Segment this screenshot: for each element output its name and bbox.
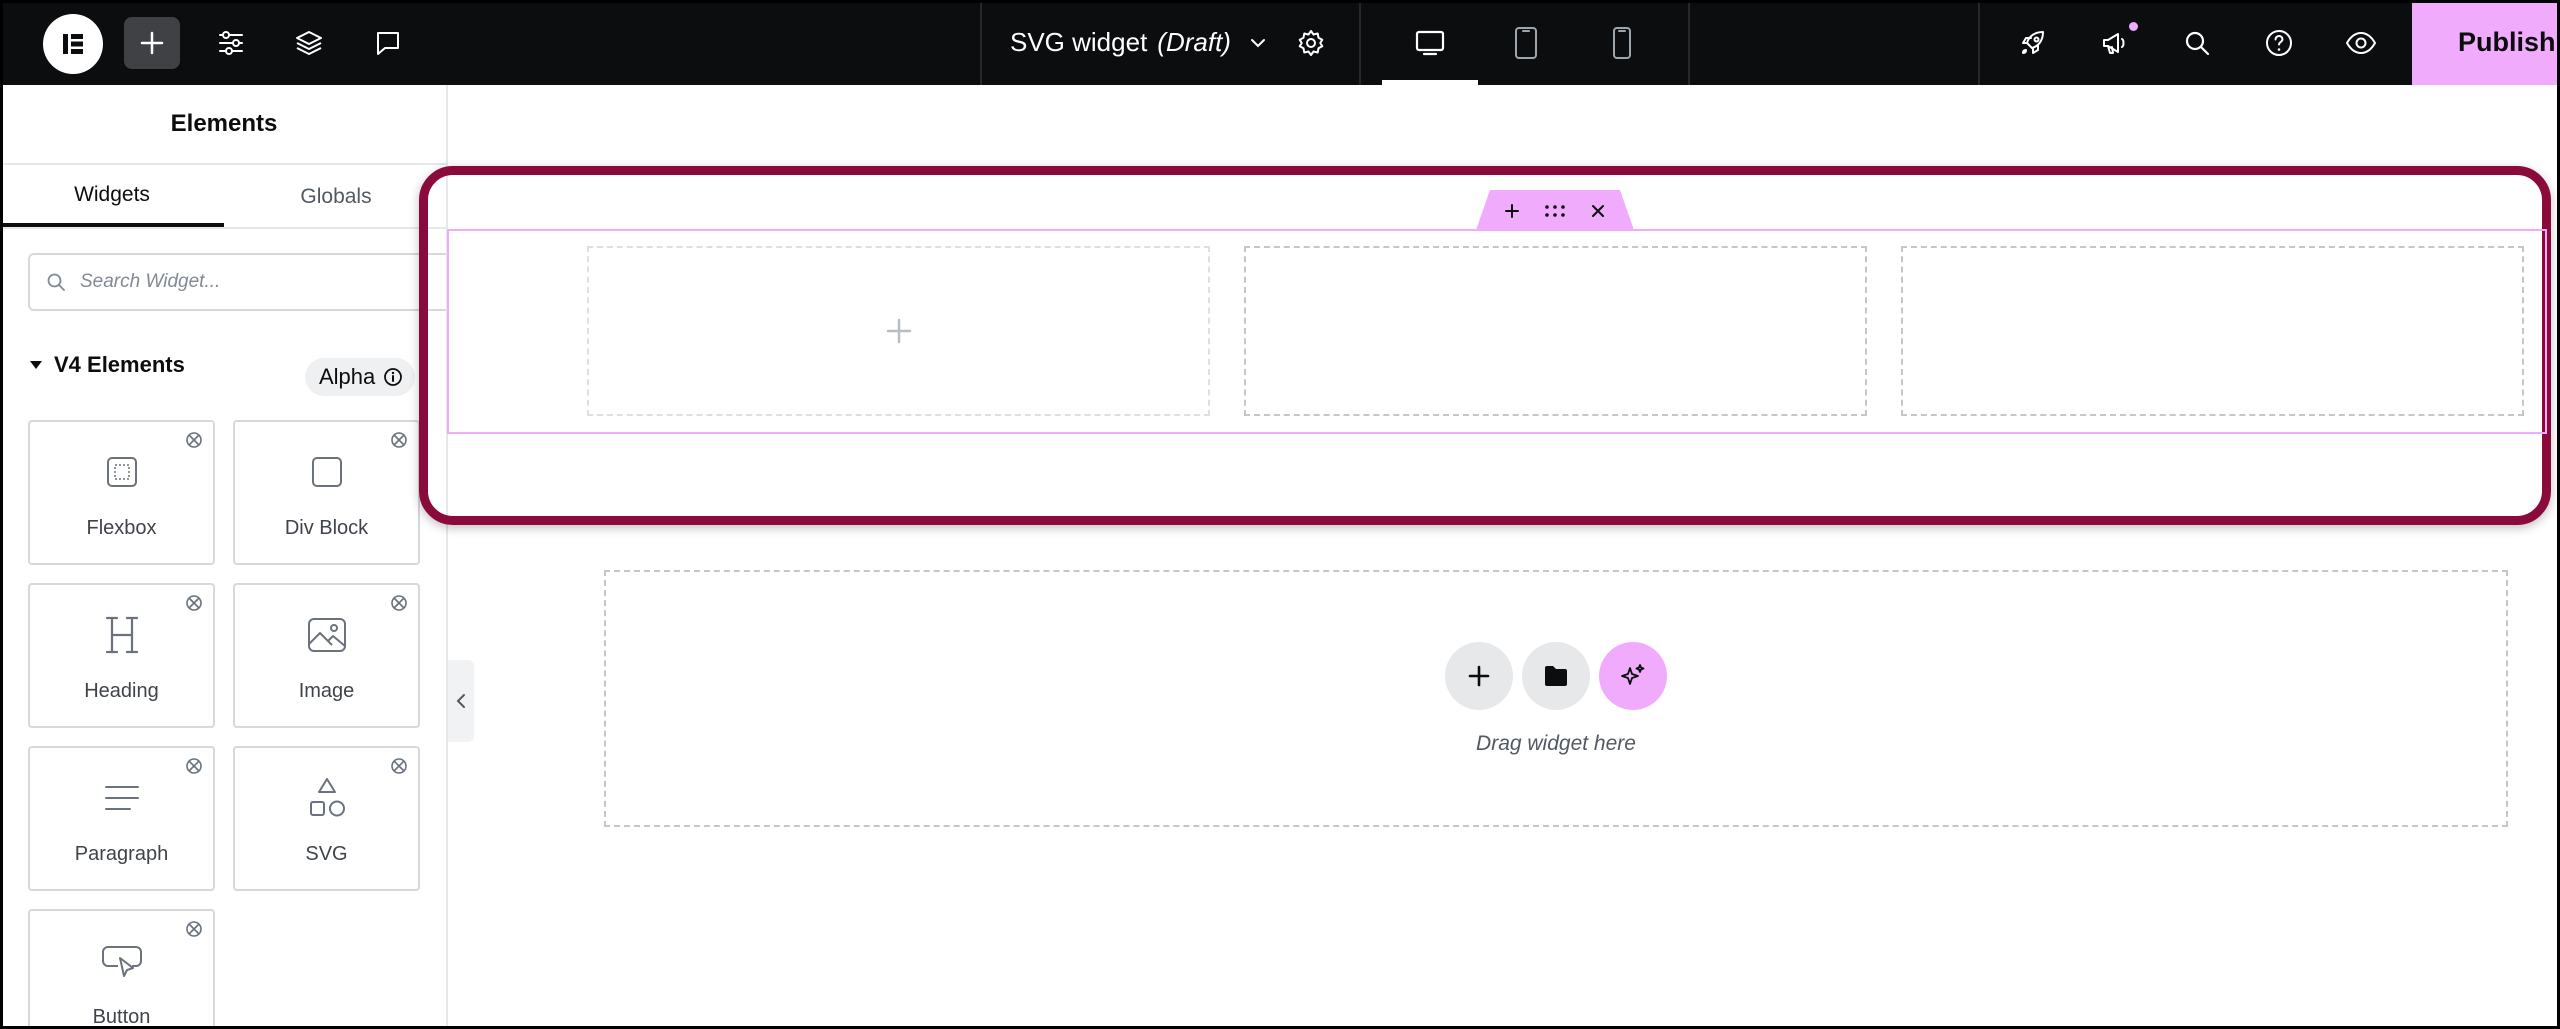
widget-heading[interactable]: Heading xyxy=(28,583,215,728)
empty-column[interactable] xyxy=(1901,246,2524,416)
widget-search[interactable] xyxy=(28,253,446,311)
widget-label: Flexbox xyxy=(86,517,157,539)
search-icon xyxy=(47,273,65,291)
widget-label: Div Block xyxy=(284,517,369,539)
alpha-badge[interactable]: Alpha xyxy=(305,358,415,396)
page-settings-button[interactable] xyxy=(1289,21,1333,65)
eye-icon xyxy=(2345,31,2377,55)
add-widget-button[interactable] xyxy=(589,248,1208,414)
document-title: SVG widget xyxy=(1010,27,1148,57)
preview-button[interactable] xyxy=(2339,21,2383,65)
pro-badge-icon xyxy=(183,429,205,451)
widget-svg[interactable]: SVG xyxy=(233,746,420,891)
heading-icon xyxy=(30,613,213,657)
elementor-logo-icon xyxy=(63,34,83,54)
chevron-down-icon xyxy=(1250,38,1265,47)
widget-label: SVG xyxy=(305,843,348,865)
add-element-button[interactable] xyxy=(124,17,180,69)
caret-down-icon xyxy=(30,361,42,369)
desktop-icon xyxy=(1415,30,1445,55)
help-icon xyxy=(2266,30,2292,56)
device-desktop-tab[interactable] xyxy=(1382,0,1478,85)
layers-icon xyxy=(296,31,322,55)
svg-shapes-icon xyxy=(235,776,418,820)
alpha-badge-label: Alpha xyxy=(319,364,376,389)
button-icon xyxy=(30,939,213,983)
notes-button[interactable] xyxy=(366,21,410,65)
widget-label: Heading xyxy=(84,680,159,702)
adjustments-icon xyxy=(219,31,243,55)
document-title-dropdown[interactable]: SVG widget (Draft) xyxy=(1010,0,1269,85)
panel-title: Elements xyxy=(0,85,446,165)
top-bar: SVG widget (Draft) Publish xyxy=(0,0,2560,85)
document-status: (Draft) xyxy=(1157,27,1231,57)
plus-icon[interactable] xyxy=(1504,203,1520,219)
pro-badge-icon xyxy=(388,755,410,777)
launchpad-button[interactable] xyxy=(2011,21,2055,65)
widget-label: Paragraph xyxy=(74,843,169,865)
help-button[interactable] xyxy=(2257,21,2301,65)
toolbar-divider xyxy=(1978,0,1980,85)
rocket-icon xyxy=(2022,31,2044,54)
collapse-panel-button[interactable] xyxy=(448,660,474,742)
plus-icon xyxy=(1468,665,1490,687)
widget-flexbox[interactable]: Flexbox xyxy=(28,420,215,565)
dropzone-hint: Drag widget here xyxy=(1476,732,1636,755)
search-icon xyxy=(2185,31,2210,56)
drag-handle-icon[interactable] xyxy=(1544,203,1566,219)
toolbar-divider xyxy=(1359,0,1361,85)
plus-icon xyxy=(140,31,164,55)
chevron-left-icon xyxy=(456,694,465,708)
empty-column[interactable] xyxy=(1244,246,1867,416)
info-icon xyxy=(384,368,403,386)
plus-icon xyxy=(886,318,911,344)
tablet-icon xyxy=(1515,26,1537,59)
ai-generate-button[interactable] xyxy=(1599,642,1667,710)
publish-button[interactable]: Publish xyxy=(2412,0,2560,85)
v4-elements-category-toggle[interactable]: V4 Elements xyxy=(28,347,185,383)
add-template-button[interactable] xyxy=(1522,642,1590,710)
folder-icon xyxy=(1545,666,1567,686)
container-handle[interactable] xyxy=(1476,190,1634,230)
site-settings-button[interactable] xyxy=(209,21,253,65)
elementor-logo-button[interactable] xyxy=(43,14,103,74)
widget-label: Image xyxy=(298,680,355,702)
category-title: V4 Elements xyxy=(54,352,185,377)
add-section-button[interactable] xyxy=(1445,642,1513,710)
widget-label: Button xyxy=(92,1006,151,1028)
gear-icon xyxy=(1298,30,1324,56)
structure-button[interactable] xyxy=(287,21,331,65)
pro-badge-icon xyxy=(183,918,205,940)
search-button[interactable] xyxy=(2175,21,2219,65)
image-icon xyxy=(235,613,418,657)
device-mobile-tab[interactable] xyxy=(1574,0,1670,85)
search-input[interactable] xyxy=(80,271,440,293)
megaphone-icon xyxy=(2103,33,2125,54)
comment-icon xyxy=(377,32,399,55)
close-icon[interactable] xyxy=(1590,203,1606,219)
pro-badge-icon xyxy=(183,592,205,614)
pro-badge-icon xyxy=(388,592,410,614)
notification-dot xyxy=(2127,20,2140,33)
toolbar-divider xyxy=(1688,0,1690,85)
mobile-icon xyxy=(1613,26,1631,59)
pro-badge-icon xyxy=(388,429,410,451)
paragraph-icon xyxy=(30,776,213,820)
tab-widgets[interactable]: Widgets xyxy=(0,167,224,227)
empty-column[interactable] xyxy=(587,246,1210,416)
elements-panel: Elements Widgets Globals V4 Elements Alp… xyxy=(0,85,448,1029)
flexbox-icon xyxy=(30,450,213,494)
tab-globals[interactable]: Globals xyxy=(224,167,446,227)
div-block-icon xyxy=(235,450,418,494)
ai-sparkles-icon xyxy=(1621,664,1645,685)
widget-div-block[interactable]: Div Block xyxy=(233,420,420,565)
device-tablet-tab[interactable] xyxy=(1478,0,1574,85)
widget-image[interactable]: Image xyxy=(233,583,420,728)
pro-badge-icon xyxy=(183,755,205,777)
widget-paragraph[interactable]: Paragraph xyxy=(28,746,215,891)
tabs-divider xyxy=(0,227,446,229)
widget-button[interactable]: Button xyxy=(28,909,215,1029)
toolbar-divider xyxy=(980,0,982,85)
